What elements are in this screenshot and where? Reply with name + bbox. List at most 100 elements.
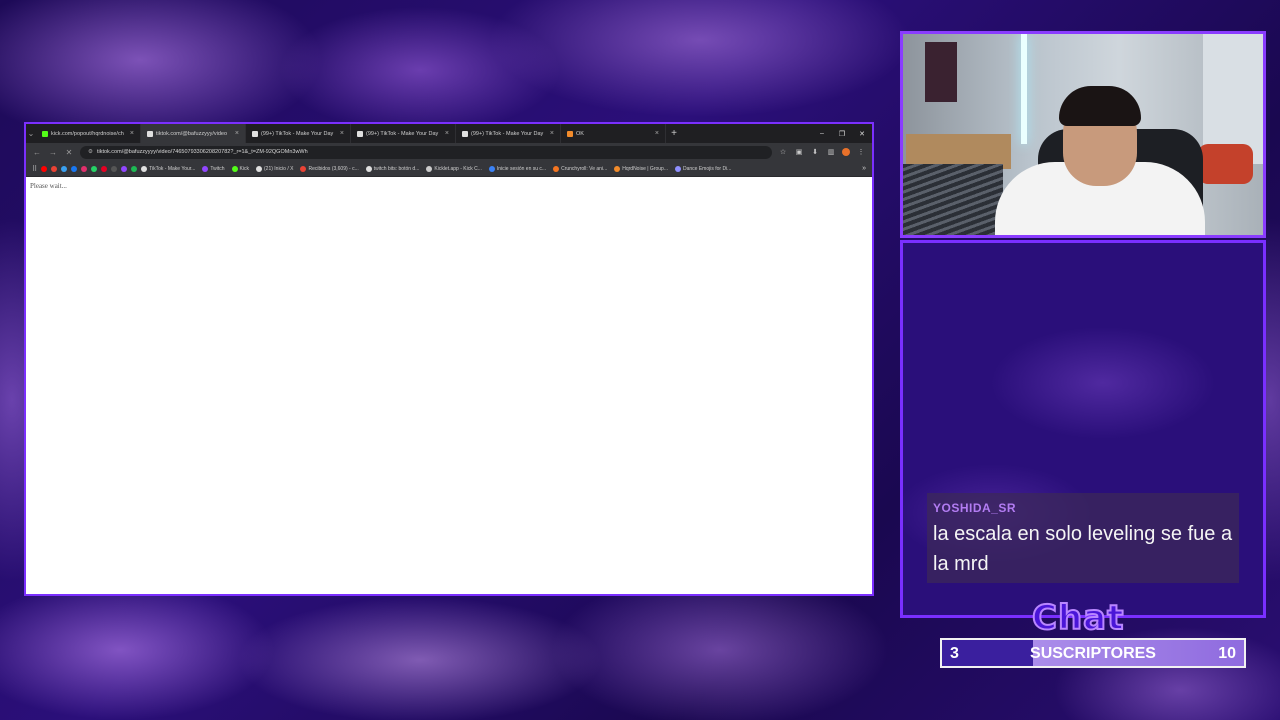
reload-icon[interactable]: ✕ <box>64 148 74 157</box>
chat-message: YOSHIDA_SR la escala en solo leveling se… <box>927 493 1239 583</box>
apps-icon[interactable]: ⠿ <box>32 165 37 173</box>
please-wait-text: Please wait... <box>30 182 67 190</box>
twitch-bookmark-icon[interactable] <box>121 165 128 172</box>
bookmark-label: Dance Emojis for Di... <box>683 165 732 172</box>
bookmark-favicon-icon <box>256 165 262 172</box>
browser-tab[interactable]: (99+) TikTok - Make Your Day × <box>246 124 351 143</box>
mega-bookmark-icon[interactable] <box>111 165 118 172</box>
subscriber-goal-bar: 3 SUSCRIPTORES 10 <box>940 638 1246 668</box>
poster-image <box>925 42 957 102</box>
bookmark-item[interactable]: (21) Inicio / X <box>256 165 293 172</box>
url-text: tiktok.com/@bafuzzyyyy/video/74650793306… <box>96 149 308 155</box>
instagram-bookmark-icon[interactable] <box>81 165 88 172</box>
bookmark-favicon-icon <box>553 165 560 172</box>
pinterest-bookmark-icon[interactable] <box>101 165 108 172</box>
bookmark-favicon-icon <box>426 165 433 172</box>
chat-message-text: la escala en solo leveling se fue a la m… <box>933 523 1233 575</box>
back-icon[interactable]: ← <box>32 148 42 157</box>
tab-favicon-icon <box>252 130 258 137</box>
bookmark-label: Kicklet.app - Kick C... <box>434 165 482 172</box>
bookmark-favicon-icon <box>231 165 238 172</box>
spotify-bookmark-icon[interactable] <box>131 165 138 172</box>
tab-label: OK <box>576 130 584 137</box>
browser-tab[interactable]: (99+) TikTok - Make Your Day × <box>456 124 561 143</box>
browser-tab[interactable]: tiktok.com/@bafuzzyyy/video × <box>141 124 246 143</box>
tab-label: kick.com/popout/hqrdnoise/ch <box>51 130 124 137</box>
gmail-bookmark-icon[interactable] <box>51 165 58 172</box>
bookmark-label: Recibidos (3,609) - c... <box>308 165 359 172</box>
bookmark-label: twitch bits: botón d... <box>373 165 420 172</box>
tab-close-icon[interactable]: × <box>550 130 554 137</box>
bookmark-item[interactable]: Twitch <box>202 165 225 172</box>
page-content: Please wait... <box>26 177 872 594</box>
bookmark-favicon-icon <box>300 165 307 172</box>
forward-icon[interactable]: → <box>48 148 58 157</box>
sidepanel-icon[interactable]: ▥ <box>826 148 836 156</box>
site-info-icon[interactable]: ⚙ <box>88 149 93 155</box>
bookmark-item[interactable]: Recibidos (3,609) - c... <box>300 165 359 172</box>
bookmark-favicon-icon <box>365 165 372 172</box>
new-tab-button[interactable]: + <box>666 128 682 139</box>
chat-username: YOSHIDA_SR <box>933 501 1017 515</box>
tab-close-icon[interactable]: × <box>655 130 659 137</box>
whatsapp-bookmark-icon[interactable] <box>91 165 98 172</box>
bookmark-label: Kick <box>239 165 249 172</box>
bookmark-label: Twitch <box>210 165 225 172</box>
bookmark-label: Inicie sesión en su c... <box>496 165 547 172</box>
tab-favicon-icon <box>357 130 363 137</box>
tab-close-icon[interactable]: × <box>445 130 449 137</box>
minimize-icon[interactable]: – <box>812 130 832 138</box>
bookmark-label: TikTok - Make Your... <box>149 165 196 172</box>
tab-close-icon[interactable]: × <box>130 130 134 137</box>
more-bookmarks-icon[interactable]: » <box>862 165 866 172</box>
tab-label: tiktok.com/@bafuzzyyy/video <box>156 130 227 137</box>
bookmark-label: HqrdNoise | Group... <box>622 165 668 172</box>
webcam-feed <box>900 31 1266 238</box>
goal-label: SUSCRIPTORES <box>1030 645 1156 662</box>
goal-target: 10 <box>1218 645 1236 662</box>
tab-favicon-icon <box>567 130 573 137</box>
bookmark-star-icon[interactable]: ☆ <box>778 148 788 156</box>
tab-favicon-icon <box>147 130 153 137</box>
window-controls: – ❐ ✕ <box>812 130 872 138</box>
facebook-bookmark-icon[interactable] <box>71 165 78 172</box>
tab-close-icon[interactable]: × <box>235 130 239 137</box>
tab-close-icon[interactable]: × <box>340 130 344 137</box>
bookmark-favicon-icon <box>675 165 681 172</box>
profile-avatar[interactable] <box>842 148 850 156</box>
address-row: ← → ✕ ⚙ tiktok.com/@bafuzzyyyy/video/746… <box>26 143 872 161</box>
bookmark-favicon-icon <box>488 165 495 172</box>
tab-search-icon[interactable]: ⌄ <box>26 129 36 138</box>
bookmark-item[interactable]: HqrdNoise | Group... <box>614 165 668 172</box>
bookmark-item[interactable]: TikTok - Make Your... <box>141 165 196 172</box>
browser-tab[interactable]: (99+) TikTok - Make Your Day × <box>351 124 456 143</box>
bookmark-item[interactable]: Crunchyroll: Ve ani... <box>553 165 608 172</box>
bookmark-label: Crunchyroll: Ve ani... <box>561 165 608 172</box>
address-bar[interactable]: ⚙ tiktok.com/@bafuzzyyyy/video/746507933… <box>80 145 772 159</box>
chat-panel: YOSHIDA_SR la escala en solo leveling se… <box>900 240 1266 618</box>
bookmark-item[interactable]: twitch bits: botón d... <box>365 165 420 172</box>
tab-label: (99+) TikTok - Make Your Day <box>471 130 544 137</box>
close-icon[interactable]: ✕ <box>852 130 872 138</box>
tab-strip: ⌄ kick.com/popout/hqrdnoise/ch × tiktok.co… <box>26 124 872 143</box>
youtube-bookmark-icon[interactable] <box>41 165 48 172</box>
browser-tab[interactable]: OK × <box>561 124 666 143</box>
tab-label: (99+) TikTok - Make Your Day <box>261 130 334 137</box>
menu-icon[interactable]: ⋮ <box>856 148 866 156</box>
bookmark-favicon-icon <box>141 165 148 172</box>
bookmark-item[interactable]: Kicklet.app - Kick C... <box>426 165 482 172</box>
bookmark-favicon-icon <box>202 165 209 172</box>
extensions-icon[interactable]: ▣ <box>794 148 804 156</box>
chat-title: Chat <box>1031 597 1125 639</box>
bookmark-item[interactable]: Inicie sesión en su c... <box>488 165 547 172</box>
bookmark-item[interactable]: Dance Emojis for Di... <box>675 165 732 172</box>
tab-label: (99+) TikTok - Make Your Day <box>366 130 439 137</box>
browser-window: ⌄ kick.com/popout/hqrdnoise/ch × tiktok.co… <box>24 122 874 596</box>
bookmark-favicon-icon <box>614 165 621 172</box>
windows-bookmark-icon[interactable] <box>61 165 68 172</box>
browser-tab[interactable]: kick.com/popout/hqrdnoise/ch × <box>36 124 141 143</box>
tab-favicon-icon <box>42 130 48 137</box>
restore-icon[interactable]: ❐ <box>832 130 852 138</box>
bookmark-item[interactable]: Kick <box>231 165 249 172</box>
downloads-icon[interactable]: ⬇ <box>810 148 820 156</box>
